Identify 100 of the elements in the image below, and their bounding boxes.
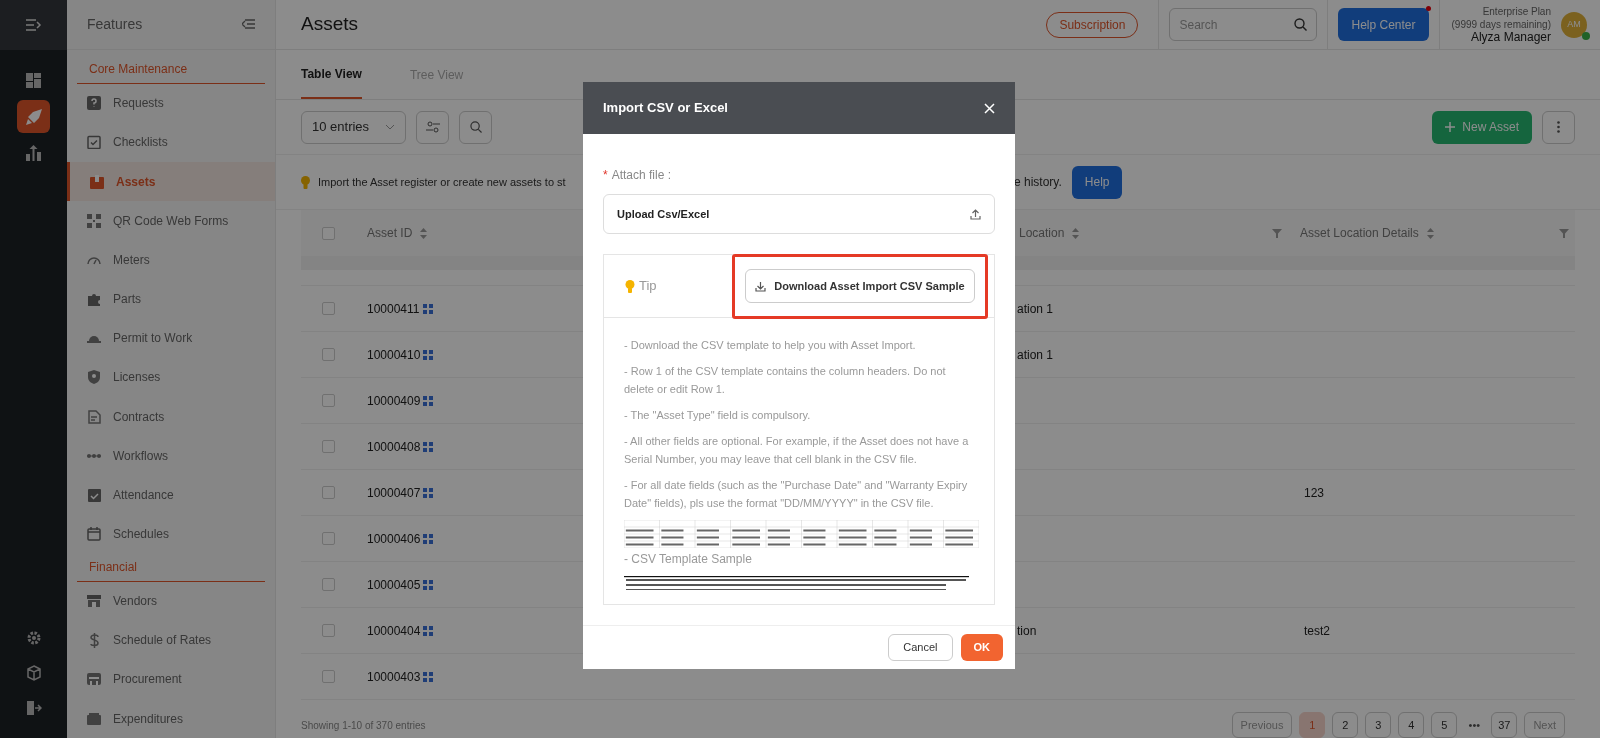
- filter-icon[interactable]: [1272, 228, 1282, 238]
- nav-label: Schedules: [113, 526, 170, 543]
- lightbulb-icon: [301, 175, 310, 189]
- wallet-icon: [87, 712, 101, 725]
- qr-code-icon[interactable]: [423, 533, 434, 544]
- checkbox[interactable]: [321, 348, 335, 361]
- expand-menu-icon[interactable]: [25, 19, 42, 31]
- tip-note: - Row 1 of the CSV template contains the column headers. Do not delete or edit Row 1.: [624, 364, 947, 397]
- help-center-button[interactable]: Help Center: [1338, 8, 1429, 41]
- filter-settings-button[interactable]: [416, 110, 449, 144]
- search-icon: [469, 121, 482, 133]
- nav-item[interactable]: Schedule of Rates: [67, 620, 275, 660]
- sort-icon[interactable]: [1426, 227, 1434, 239]
- nav-item[interactable]: Schedules: [67, 514, 275, 554]
- sample-caption: - CSV Template Sample: [624, 551, 753, 568]
- nav-label: Parts: [113, 291, 141, 309]
- sort-icon[interactable]: [1072, 227, 1080, 239]
- view-tab[interactable]: Table View: [301, 50, 362, 99]
- storefront-icon: [87, 595, 101, 608]
- nav-item[interactable]: Checklists: [67, 122, 275, 163]
- checkbox[interactable]: [321, 486, 335, 499]
- page-button[interactable]: Previous: [1231, 712, 1293, 738]
- rocket-nav-button[interactable]: [17, 100, 50, 133]
- nav-item[interactable]: Licenses: [67, 357, 275, 397]
- close-icon[interactable]: [984, 102, 995, 114]
- nav-label: Assets: [116, 173, 156, 191]
- qr-code-icon[interactable]: [423, 625, 434, 636]
- nav-item[interactable]: Permit to Work: [67, 318, 275, 358]
- nav-item[interactable]: Procurement: [67, 659, 275, 699]
- ok-button[interactable]: OK: [960, 634, 1003, 661]
- qr-code-icon[interactable]: [423, 671, 434, 682]
- nav-item[interactable]: Workflows: [67, 436, 275, 476]
- checkbox[interactable]: [321, 578, 335, 591]
- checkbox[interactable]: [321, 302, 335, 315]
- table-cell: ation 1: [1017, 301, 1054, 316]
- nav-item[interactable]: QR Code Web Forms: [67, 201, 275, 241]
- checkbox[interactable]: [321, 624, 335, 637]
- nav-item[interactable]: Vendors: [67, 581, 275, 621]
- vertical-dots-icon: [1557, 121, 1560, 133]
- qr-code-icon[interactable]: [423, 395, 434, 406]
- page-button[interactable]: 3: [1365, 712, 1392, 738]
- nav-item[interactable]: Contracts: [67, 396, 275, 437]
- asset-id: 10000403: [367, 668, 421, 686]
- filter-icon[interactable]: [1559, 228, 1569, 238]
- page-button[interactable]: 2: [1332, 712, 1359, 738]
- nav-item[interactable]: Expenditures: [67, 698, 275, 738]
- asset-id: 10000404: [367, 622, 421, 640]
- settings-icon[interactable]: [25, 630, 42, 646]
- qr-code-icon[interactable]: [422, 303, 433, 314]
- cancel-button[interactable]: Cancel: [888, 634, 953, 661]
- days-remaining: (9999 days remaining): [1451, 18, 1551, 31]
- help-button[interactable]: Help: [1071, 165, 1123, 199]
- download-sample-button[interactable]: Download Asset Import CSV Sample: [745, 269, 975, 303]
- user-avatar[interactable]: AM: [1561, 11, 1587, 38]
- upload-chart-icon[interactable]: [26, 145, 41, 161]
- entries-select[interactable]: 10 entries: [301, 110, 406, 144]
- ellipsis-text: •••: [1467, 717, 1482, 733]
- dashboard-icon[interactable]: [26, 73, 41, 88]
- nav-label: Workflows: [113, 447, 169, 465]
- nav-item[interactable]: Requests: [67, 83, 275, 123]
- asset-id: 10000406: [367, 530, 421, 548]
- qr-code-icon[interactable]: [423, 487, 434, 498]
- page-button[interactable]: 37: [1491, 712, 1518, 738]
- field-label: Attach file :: [611, 167, 672, 184]
- nav-item[interactable]: Parts: [67, 279, 275, 319]
- column-header[interactable]: Location: [1019, 224, 1065, 242]
- qr-code-icon[interactable]: [423, 579, 434, 590]
- column-header[interactable]: Asset Location Details: [1300, 224, 1419, 242]
- new-asset-button[interactable]: New Asset: [1432, 110, 1532, 144]
- dialog-title: Import CSV or Excel: [603, 99, 728, 118]
- search-field[interactable]: Search: [1169, 8, 1318, 41]
- search-button[interactable]: [459, 110, 492, 144]
- checkbox[interactable]: [321, 440, 335, 453]
- sliders-icon: [425, 120, 440, 134]
- asset-id: 10000407: [367, 484, 421, 502]
- qr-code-icon[interactable]: [423, 349, 434, 360]
- page-button[interactable]: 4: [1398, 712, 1425, 738]
- table-cell: tion: [1017, 623, 1037, 638]
- upload-field[interactable]: Upload Csv/Excel: [603, 194, 995, 234]
- asset-id: 10000409: [367, 392, 421, 410]
- nav-item[interactable]: Meters: [67, 240, 275, 280]
- checklist-icon: [87, 135, 101, 150]
- column-header[interactable]: Asset ID: [367, 224, 413, 242]
- checkbox[interactable]: [321, 226, 335, 240]
- page-button[interactable]: 1: [1299, 712, 1326, 738]
- qr-code-icon[interactable]: [423, 441, 434, 452]
- rocket-icon: [24, 107, 43, 126]
- sort-icon[interactable]: [420, 227, 428, 239]
- clipboard-check-icon: [87, 487, 101, 502]
- nav-label: Meters: [113, 251, 150, 269]
- nav-item[interactable]: Assets: [67, 162, 275, 202]
- checkbox[interactable]: [321, 670, 335, 683]
- nav-item[interactable]: Attendance: [67, 475, 275, 515]
- cube-icon[interactable]: [25, 665, 42, 681]
- checkbox[interactable]: [321, 532, 335, 545]
- collapse-icon[interactable]: [242, 19, 255, 30]
- page-button[interactable]: 5: [1431, 712, 1458, 738]
- document-icon: [87, 409, 101, 424]
- logout-icon[interactable]: [25, 700, 42, 716]
- checkbox[interactable]: [321, 394, 335, 407]
